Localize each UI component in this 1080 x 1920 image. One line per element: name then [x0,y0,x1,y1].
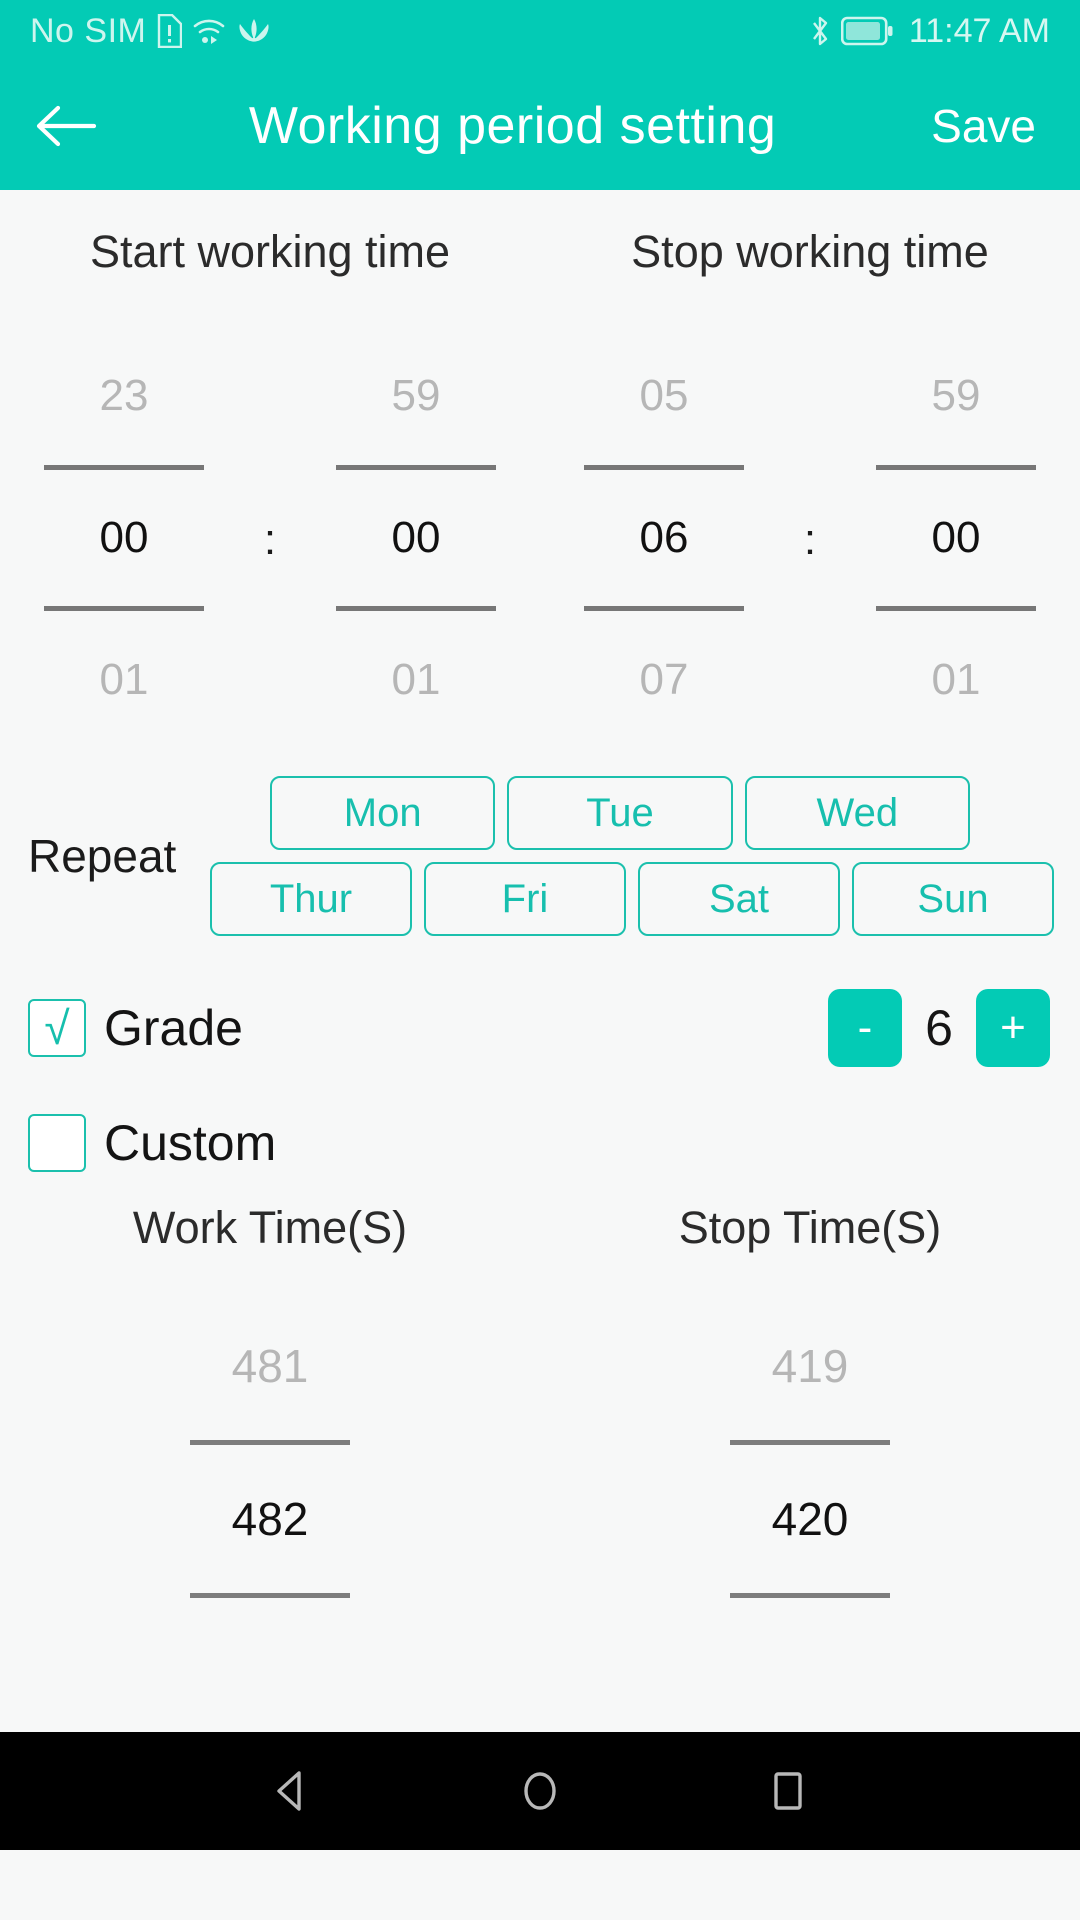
stop-time-line-bottom [730,1593,890,1598]
stop-time-selected[interactable]: 420 [772,1445,849,1593]
start-minute-selected[interactable]: 00 [292,470,540,607]
grade-increment-button[interactable]: + [976,989,1050,1067]
carrier-label: No SIM [30,11,147,50]
start-minute-wheel[interactable]: 59 00 01 [292,328,540,748]
work-time-wheel[interactable]: 481 482 [0,1292,540,1598]
repeat-day-row-1: Mon Tue Wed [210,776,1054,850]
time-picker-headers: Start working time Stop working time [0,190,1080,278]
work-time-prev[interactable]: 481 [232,1292,309,1440]
stop-time-separator: : [803,515,817,564]
start-time-separator: : [263,515,277,564]
huawei-logo-icon [239,19,269,42]
repeat-row: Repeat Mon Tue Wed Thur Fri Sat Sun [0,776,1080,936]
save-button[interactable]: Save [921,93,1046,159]
start-hour-selected[interactable]: 00 [0,470,248,607]
start-minute-prev[interactable]: 59 [292,328,540,465]
stop-time-wheel[interactable]: 419 420 [540,1292,1080,1598]
stop-time-prev[interactable]: 419 [772,1292,849,1440]
stop-minute-wheel[interactable]: 59 00 01 [832,328,1080,748]
android-nav-bar [0,1732,1080,1850]
stop-hour-wheel[interactable]: 05 06 07 [540,328,788,748]
battery-icon [840,16,893,46]
day-button-mon[interactable]: Mon [270,776,496,850]
stop-hour-next[interactable]: 07 [540,611,788,748]
page-title: Working period setting [248,97,777,155]
start-hour-prev[interactable]: 23 [0,328,248,465]
stop-time-picker: 05 06 07 : 59 00 01 [540,328,1080,748]
stop-minute-selected[interactable]: 00 [832,470,1080,607]
start-working-time-label: Start working time [89,226,451,277]
sim-error-icon [158,14,183,48]
stop-time-label: Stop Time(S) [678,1202,942,1253]
time-pickers: 23 00 01 : 59 00 01 05 06 07: 59 00 01 [0,328,1080,748]
work-time-label: Work Time(S) [132,1202,408,1253]
custom-checkbox[interactable] [28,1114,86,1172]
start-minute-next[interactable]: 01 [292,611,540,748]
status-bar-left: No SIM [30,12,272,51]
stop-hour-prev[interactable]: 05 [540,328,788,465]
nav-back-icon[interactable] [268,1767,316,1815]
nav-recents-icon[interactable] [764,1767,812,1815]
stop-minute-prev[interactable]: 59 [832,328,1080,465]
start-hour-wheel[interactable]: 23 00 01 [0,328,248,748]
grade-stepper: - 6 + [828,989,1050,1067]
status-bar: No SIM 11:47 AM [0,0,1080,62]
custom-row: Custom [0,1114,1080,1172]
custom-pickers: 481 482 419 420 [0,1292,1080,1598]
day-button-sun[interactable]: Sun [852,862,1054,936]
app-bar: Working period setting Save [0,62,1080,190]
day-button-thur[interactable]: Thur [210,862,412,936]
checkmark-icon: √ [44,1002,70,1054]
bluetooth-icon [812,16,828,46]
grade-row: √ Grade - 6 + [0,980,1080,1076]
work-time-selected[interactable]: 482 [232,1445,309,1593]
custom-label: Custom [104,1115,277,1171]
day-button-sat[interactable]: Sat [638,862,840,936]
back-arrow-icon [36,105,97,147]
custom-picker-headers: Work Time(S) Stop Time(S) [0,1202,1080,1254]
start-time-picker: 23 00 01 : 59 00 01 [0,328,540,748]
status-bar-clock: 11:47 AM [908,11,1050,50]
day-button-fri[interactable]: Fri [424,862,626,936]
stop-working-time-label: Stop working time [631,226,989,277]
day-button-wed[interactable]: Wed [744,776,970,850]
stop-hour-selected[interactable]: 06 [540,470,788,607]
main-content: Start working time Stop working time 23 … [0,190,1080,1850]
start-hour-next[interactable]: 01 [0,611,248,748]
stop-minute-next[interactable]: 01 [832,611,1080,748]
grade-label: Grade [104,1000,243,1056]
work-time-line-bottom [190,1593,350,1598]
grade-checkbox[interactable]: √ [28,999,86,1057]
day-button-tue[interactable]: Tue [507,776,733,850]
status-bar-right: 11:47 AM [809,12,1050,51]
nav-home-icon[interactable] [516,1767,564,1815]
repeat-day-buttons: Mon Tue Wed Thur Fri Sat Sun [210,776,1080,936]
repeat-label: Repeat [28,830,177,882]
grade-decrement-button[interactable]: - [828,989,902,1067]
repeat-day-row-2: Thur Fri Sat Sun [210,862,1054,936]
wifi-icon [194,19,225,44]
grade-value: 6 [925,1000,953,1056]
